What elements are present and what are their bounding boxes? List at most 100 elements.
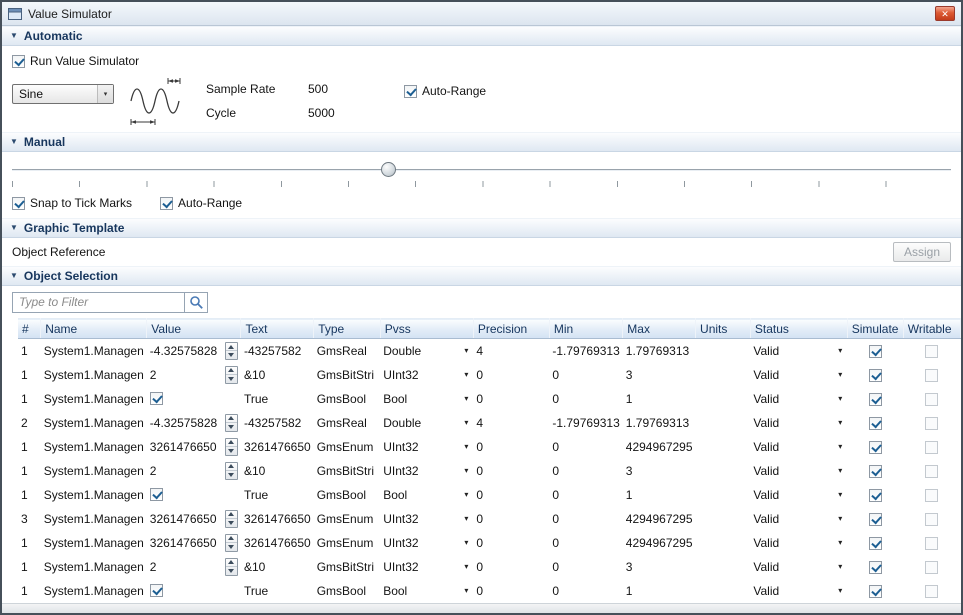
automatic-auto-range-checkbox[interactable]: Auto-Range: [404, 84, 486, 98]
spinner-up-icon[interactable]: [226, 511, 237, 519]
search-button[interactable]: [184, 292, 208, 313]
cell-pvss[interactable]: Double ▾: [380, 411, 473, 435]
table-row[interactable]: 1 System1.Managen True GmsBool Bool ▾ 0 …: [18, 483, 961, 507]
spinner-down-icon[interactable]: [226, 542, 237, 551]
writable-checkbox[interactable]: [925, 465, 938, 478]
waveform-select[interactable]: Sine ▾: [12, 84, 114, 104]
column-header-min[interactable]: Min: [549, 319, 622, 339]
cell-simulate[interactable]: [847, 435, 903, 459]
cell-simulate[interactable]: [847, 507, 903, 531]
value-spinner[interactable]: [225, 438, 238, 456]
simulate-checkbox[interactable]: [869, 561, 882, 574]
simulate-checkbox[interactable]: [869, 369, 882, 382]
table-row[interactable]: 1 System1.Managen 2 &10 GmsBitStri UInt3…: [18, 459, 961, 483]
cell-writable[interactable]: [903, 507, 960, 531]
cell-pvss[interactable]: UInt32 ▾: [380, 459, 473, 483]
section-header-automatic[interactable]: ▼ Automatic: [2, 26, 961, 46]
cell-simulate[interactable]: [847, 531, 903, 555]
cell-simulate[interactable]: [847, 411, 903, 435]
writable-checkbox[interactable]: [925, 345, 938, 358]
cell-simulate[interactable]: [847, 483, 903, 507]
table-row[interactable]: 1 System1.Managen 3261476650 3261476650 …: [18, 531, 961, 555]
spinner-down-icon[interactable]: [226, 518, 237, 527]
cell-simulate[interactable]: [847, 339, 903, 363]
column-header-pvss[interactable]: Pvss: [380, 319, 473, 339]
spinner-up-icon[interactable]: [226, 535, 237, 543]
spinner-down-icon[interactable]: [226, 422, 237, 431]
simulate-checkbox[interactable]: [869, 345, 882, 358]
manual-slider[interactable]: [2, 152, 961, 187]
cell-simulate[interactable]: [847, 363, 903, 387]
table-row[interactable]: 1 System1.Managen True GmsBool Bool ▾ 0 …: [18, 579, 961, 603]
cell-status[interactable]: Valid ▾: [750, 387, 847, 411]
cell-simulate[interactable]: [847, 579, 903, 603]
cell-pvss[interactable]: UInt32 ▾: [380, 363, 473, 387]
simulate-checkbox[interactable]: [869, 489, 882, 502]
cell-pvss[interactable]: UInt32 ▾: [380, 531, 473, 555]
cell-writable[interactable]: [903, 483, 960, 507]
cell-status[interactable]: Valid ▾: [750, 507, 847, 531]
simulate-checkbox[interactable]: [869, 513, 882, 526]
value-spinner[interactable]: [225, 366, 238, 384]
cell-value[interactable]: [147, 579, 241, 603]
cell-status[interactable]: Valid ▾: [750, 531, 847, 555]
spinner-up-icon[interactable]: [226, 463, 237, 471]
cell-pvss[interactable]: UInt32 ▾: [380, 435, 473, 459]
cell-pvss[interactable]: Bool ▾: [380, 387, 473, 411]
cell-writable[interactable]: [903, 387, 960, 411]
slider-thumb[interactable]: [381, 162, 396, 177]
cell-writable[interactable]: [903, 531, 960, 555]
manual-auto-range-checkbox[interactable]: Auto-Range: [160, 196, 242, 210]
cell-simulate[interactable]: [847, 555, 903, 579]
cell-status[interactable]: Valid ▾: [750, 579, 847, 603]
writable-checkbox[interactable]: [925, 369, 938, 382]
cell-status[interactable]: Valid ▾: [750, 459, 847, 483]
table-row[interactable]: 1 System1.Managen True GmsBool Bool ▾ 0 …: [18, 387, 961, 411]
cell-value[interactable]: 2: [147, 459, 241, 483]
cell-status[interactable]: Valid ▾: [750, 435, 847, 459]
spinner-up-icon[interactable]: [226, 559, 237, 567]
table-row[interactable]: 1 System1.Managen -4.32575828 -43257582 …: [18, 339, 961, 363]
value-spinner[interactable]: [225, 462, 238, 480]
writable-checkbox[interactable]: [925, 417, 938, 430]
cell-writable[interactable]: [903, 435, 960, 459]
simulate-checkbox[interactable]: [869, 441, 882, 454]
spinner-up-icon[interactable]: [226, 439, 237, 447]
writable-checkbox[interactable]: [925, 537, 938, 550]
slider-track[interactable]: [12, 169, 951, 171]
cell-status[interactable]: Valid ▾: [750, 339, 847, 363]
cell-value[interactable]: -4.32575828: [147, 339, 241, 363]
writable-checkbox[interactable]: [925, 441, 938, 454]
writable-checkbox[interactable]: [925, 585, 938, 598]
cell-pvss[interactable]: Double ▾: [380, 339, 473, 363]
simulate-checkbox[interactable]: [869, 585, 882, 598]
table-row[interactable]: 1 System1.Managen 2 &10 GmsBitStri UInt3…: [18, 555, 961, 579]
value-spinner[interactable]: [225, 414, 238, 432]
table-row[interactable]: 2 System1.Managen -4.32575828 -43257582 …: [18, 411, 961, 435]
cell-simulate[interactable]: [847, 459, 903, 483]
cell-writable[interactable]: [903, 579, 960, 603]
cell-value[interactable]: 3261476650: [147, 531, 241, 555]
column-header-type[interactable]: Type: [314, 319, 380, 339]
cell-pvss[interactable]: UInt32 ▾: [380, 507, 473, 531]
column-header-simulate[interactable]: Simulate: [847, 319, 903, 339]
cell-value[interactable]: 3261476650: [147, 435, 241, 459]
simulate-checkbox[interactable]: [869, 537, 882, 550]
column-header-value[interactable]: Value: [147, 319, 241, 339]
spinner-up-icon[interactable]: [226, 367, 237, 375]
section-header-manual[interactable]: ▼ Manual: [2, 132, 961, 152]
column-header-precision[interactable]: Precision: [473, 319, 549, 339]
assign-button[interactable]: Assign: [893, 242, 951, 262]
cell-status[interactable]: Valid ▾: [750, 555, 847, 579]
spinner-down-icon[interactable]: [226, 374, 237, 383]
filter-input[interactable]: [12, 292, 184, 313]
cell-value[interactable]: 3261476650: [147, 507, 241, 531]
cell-status[interactable]: Valid ▾: [750, 411, 847, 435]
cell-simulate[interactable]: [847, 387, 903, 411]
cell-pvss[interactable]: Bool ▾: [380, 579, 473, 603]
cell-value[interactable]: 2: [147, 363, 241, 387]
cell-pvss[interactable]: Bool ▾: [380, 483, 473, 507]
value-spinner[interactable]: [225, 534, 238, 552]
run-value-simulator-checkbox[interactable]: Run Value Simulator: [12, 54, 139, 68]
simulate-checkbox[interactable]: [869, 417, 882, 430]
